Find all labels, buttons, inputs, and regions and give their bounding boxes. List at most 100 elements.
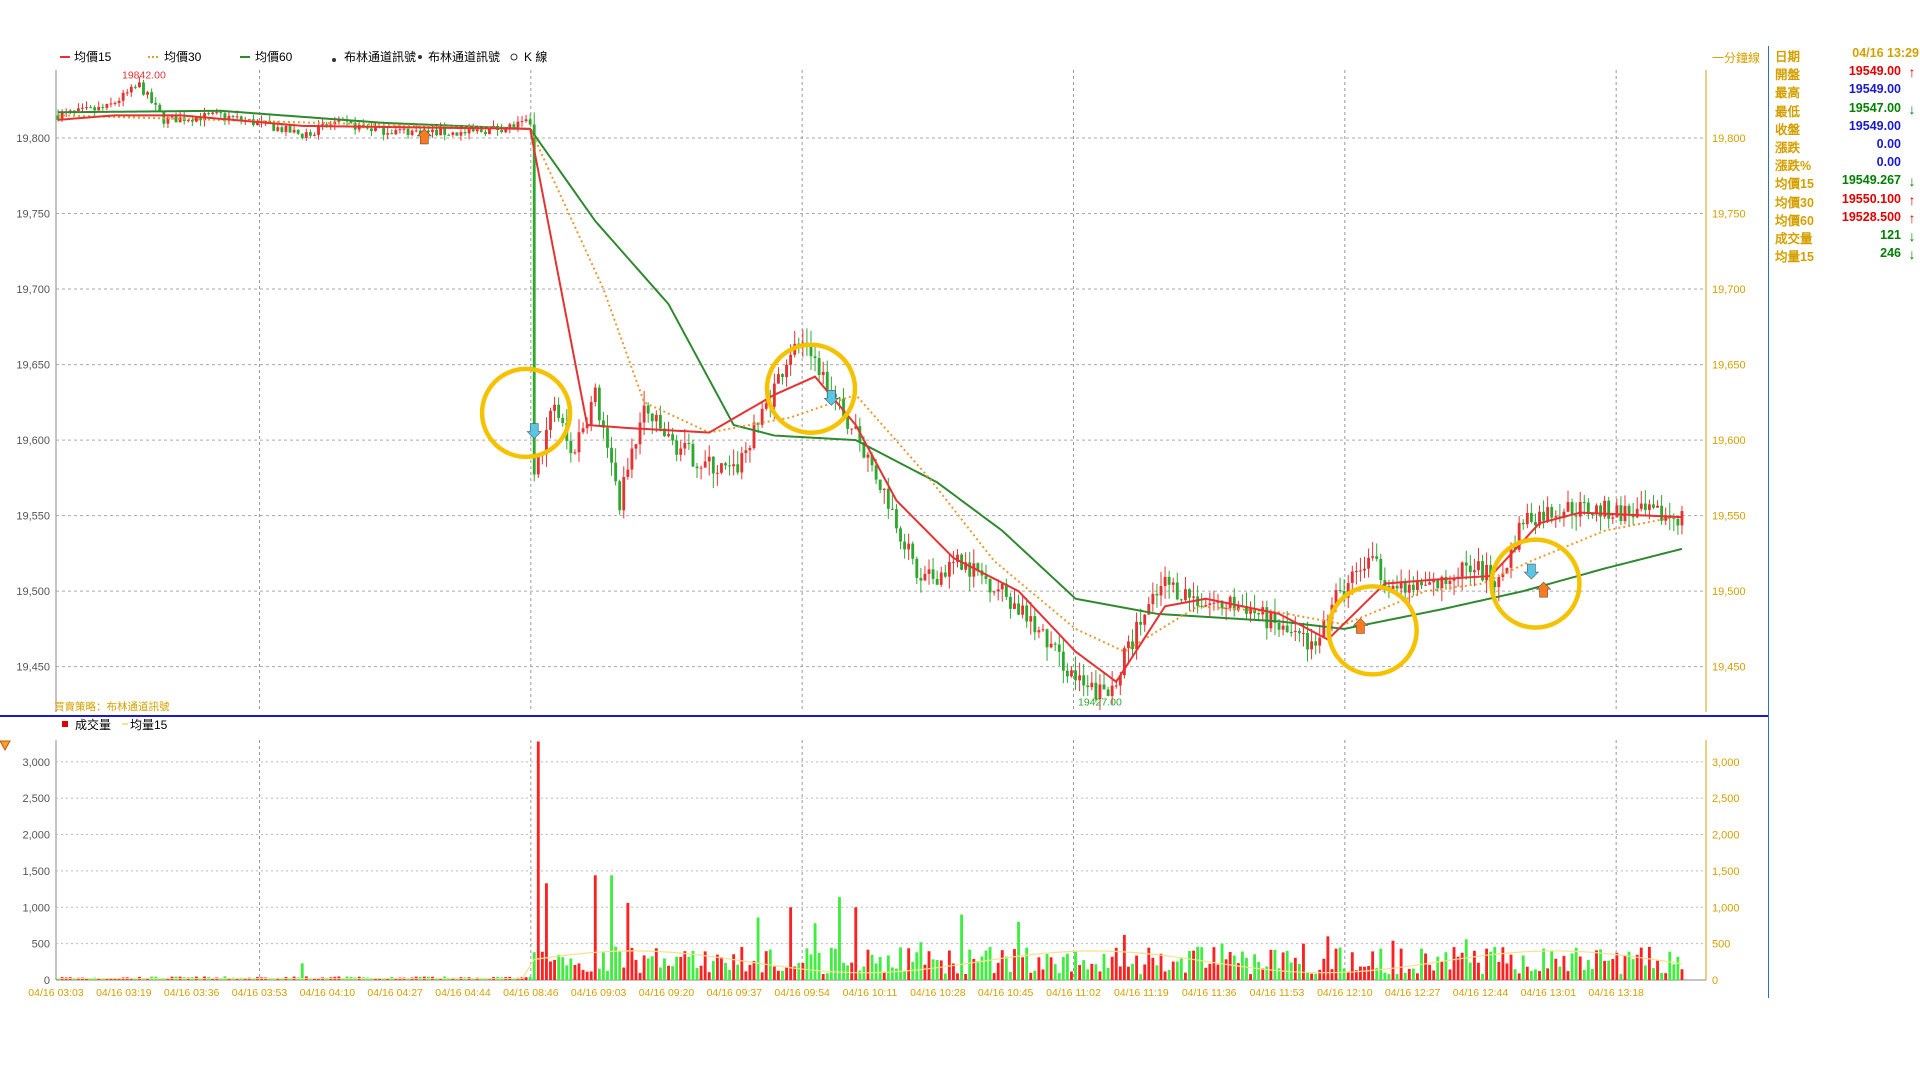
volume-bar [850, 962, 854, 980]
volume-bar [1652, 968, 1655, 980]
arrow-up-icon: ↑ [1908, 191, 1916, 208]
candle-body [789, 354, 793, 365]
legend-volume: 成交量 [75, 717, 111, 732]
candle-body [1643, 503, 1647, 510]
volume-bar [597, 968, 601, 980]
candle-body [101, 106, 105, 108]
legend-avg-volume: 均量15 [130, 718, 168, 732]
arrow-down-icon: ↓ [1908, 173, 1916, 190]
volume-bar [1672, 964, 1676, 980]
candle-body [1200, 605, 1204, 607]
volume-bar [545, 883, 548, 980]
time-tick-label: 04/16 03:19 [96, 987, 152, 999]
volume-bar [1220, 943, 1224, 980]
volume-bar [1607, 960, 1611, 980]
volume-bar [687, 956, 691, 980]
candle-body [536, 455, 540, 475]
candle-body [1615, 505, 1619, 518]
candle-body [899, 528, 902, 542]
candle-body [1114, 685, 1118, 687]
candle-body [174, 115, 178, 123]
highlight-circle [1489, 537, 1582, 630]
volume-bar [1135, 955, 1139, 980]
time-tick-label: 04/16 10:11 [843, 987, 898, 999]
candle-body [638, 422, 642, 445]
volume-bar [882, 971, 886, 980]
price-tick-label: 19,700 [16, 284, 50, 296]
candle-body [1228, 596, 1232, 608]
volume-tick-label: 500 [32, 939, 50, 951]
volume-bar [931, 959, 935, 980]
volume-tick-label-right: 500 [1712, 939, 1730, 951]
info-row: 最低 19547.00 ↓ [1769, 101, 1920, 119]
time-tick-label: 04/16 03:36 [164, 987, 220, 999]
volume-bar [829, 947, 833, 980]
candle-body [1224, 607, 1228, 609]
volume-bar [1216, 964, 1220, 980]
price-tick-label: 19,450 [16, 662, 50, 674]
volume-bar [1664, 973, 1668, 980]
volume-bar [1350, 952, 1354, 980]
chart-canvas[interactable]: 19,450 19,450 19,500 19,500 19,550 19,550 19,6… [0, 0, 1920, 1080]
candle-body [850, 428, 854, 430]
volume-bar [1049, 957, 1053, 980]
candle-body [1363, 568, 1366, 571]
candle-body [569, 440, 573, 454]
volume-bar [1415, 973, 1419, 980]
candle-body [1061, 651, 1065, 671]
volume-bar [1501, 947, 1505, 980]
volume-bar [943, 973, 947, 980]
volume-bar [992, 973, 996, 980]
candle-body [451, 132, 455, 135]
candle-body [1534, 521, 1537, 526]
candle-body [1045, 629, 1049, 648]
collapse-triangle-icon[interactable] [0, 740, 11, 752]
candle-body [923, 573, 927, 581]
volume-bar [711, 961, 715, 980]
candle-body [500, 130, 504, 133]
volume-bar [540, 951, 544, 980]
info-row: 均量15 246 ↓ [1769, 246, 1920, 264]
signal-dot-icon [332, 58, 336, 62]
candle-body [1212, 602, 1216, 604]
candle-body [390, 133, 394, 135]
volume-bar [1013, 949, 1016, 980]
info-label: 開盤 [1775, 68, 1801, 83]
candle-body [1078, 675, 1082, 681]
volume-bar [1102, 953, 1106, 980]
candle-body [410, 130, 414, 135]
candle-body [671, 434, 675, 441]
candle-body [304, 132, 308, 138]
candle-body [129, 86, 133, 93]
volume-bar [789, 907, 793, 980]
candle-body [707, 456, 711, 462]
volume-bar [1574, 947, 1578, 980]
candlestick-series [56, 76, 1684, 711]
info-row: 漲跌 0.00 [1769, 137, 1920, 155]
volume-bar [1310, 973, 1314, 980]
candle-body [215, 112, 219, 114]
candle-body [988, 578, 992, 593]
candle-body [1127, 641, 1130, 649]
volume-bar [1660, 972, 1664, 980]
arrow-up-icon: ↑ [1908, 64, 1916, 81]
candle-body [1155, 593, 1159, 596]
candle-body [1277, 622, 1281, 630]
candle-body [642, 405, 646, 423]
volume-bar [1314, 973, 1318, 980]
volume-bar [1631, 959, 1635, 980]
volume-bar [1204, 967, 1208, 980]
moving-average-lines [57, 109, 1683, 684]
candle-body [414, 130, 418, 132]
volume-bar [732, 954, 736, 980]
price-tick-label: 19,650 [16, 360, 50, 372]
time-tick-label: 04/16 10:45 [978, 987, 1034, 999]
volume-bar [1086, 969, 1090, 980]
highlight-circle [1326, 584, 1419, 677]
candle-body [597, 387, 601, 421]
volume-bar [1558, 966, 1562, 980]
candle-body [593, 387, 597, 403]
candle-body [1053, 643, 1057, 645]
candle-body [1497, 577, 1501, 588]
volume-bar [752, 960, 756, 980]
